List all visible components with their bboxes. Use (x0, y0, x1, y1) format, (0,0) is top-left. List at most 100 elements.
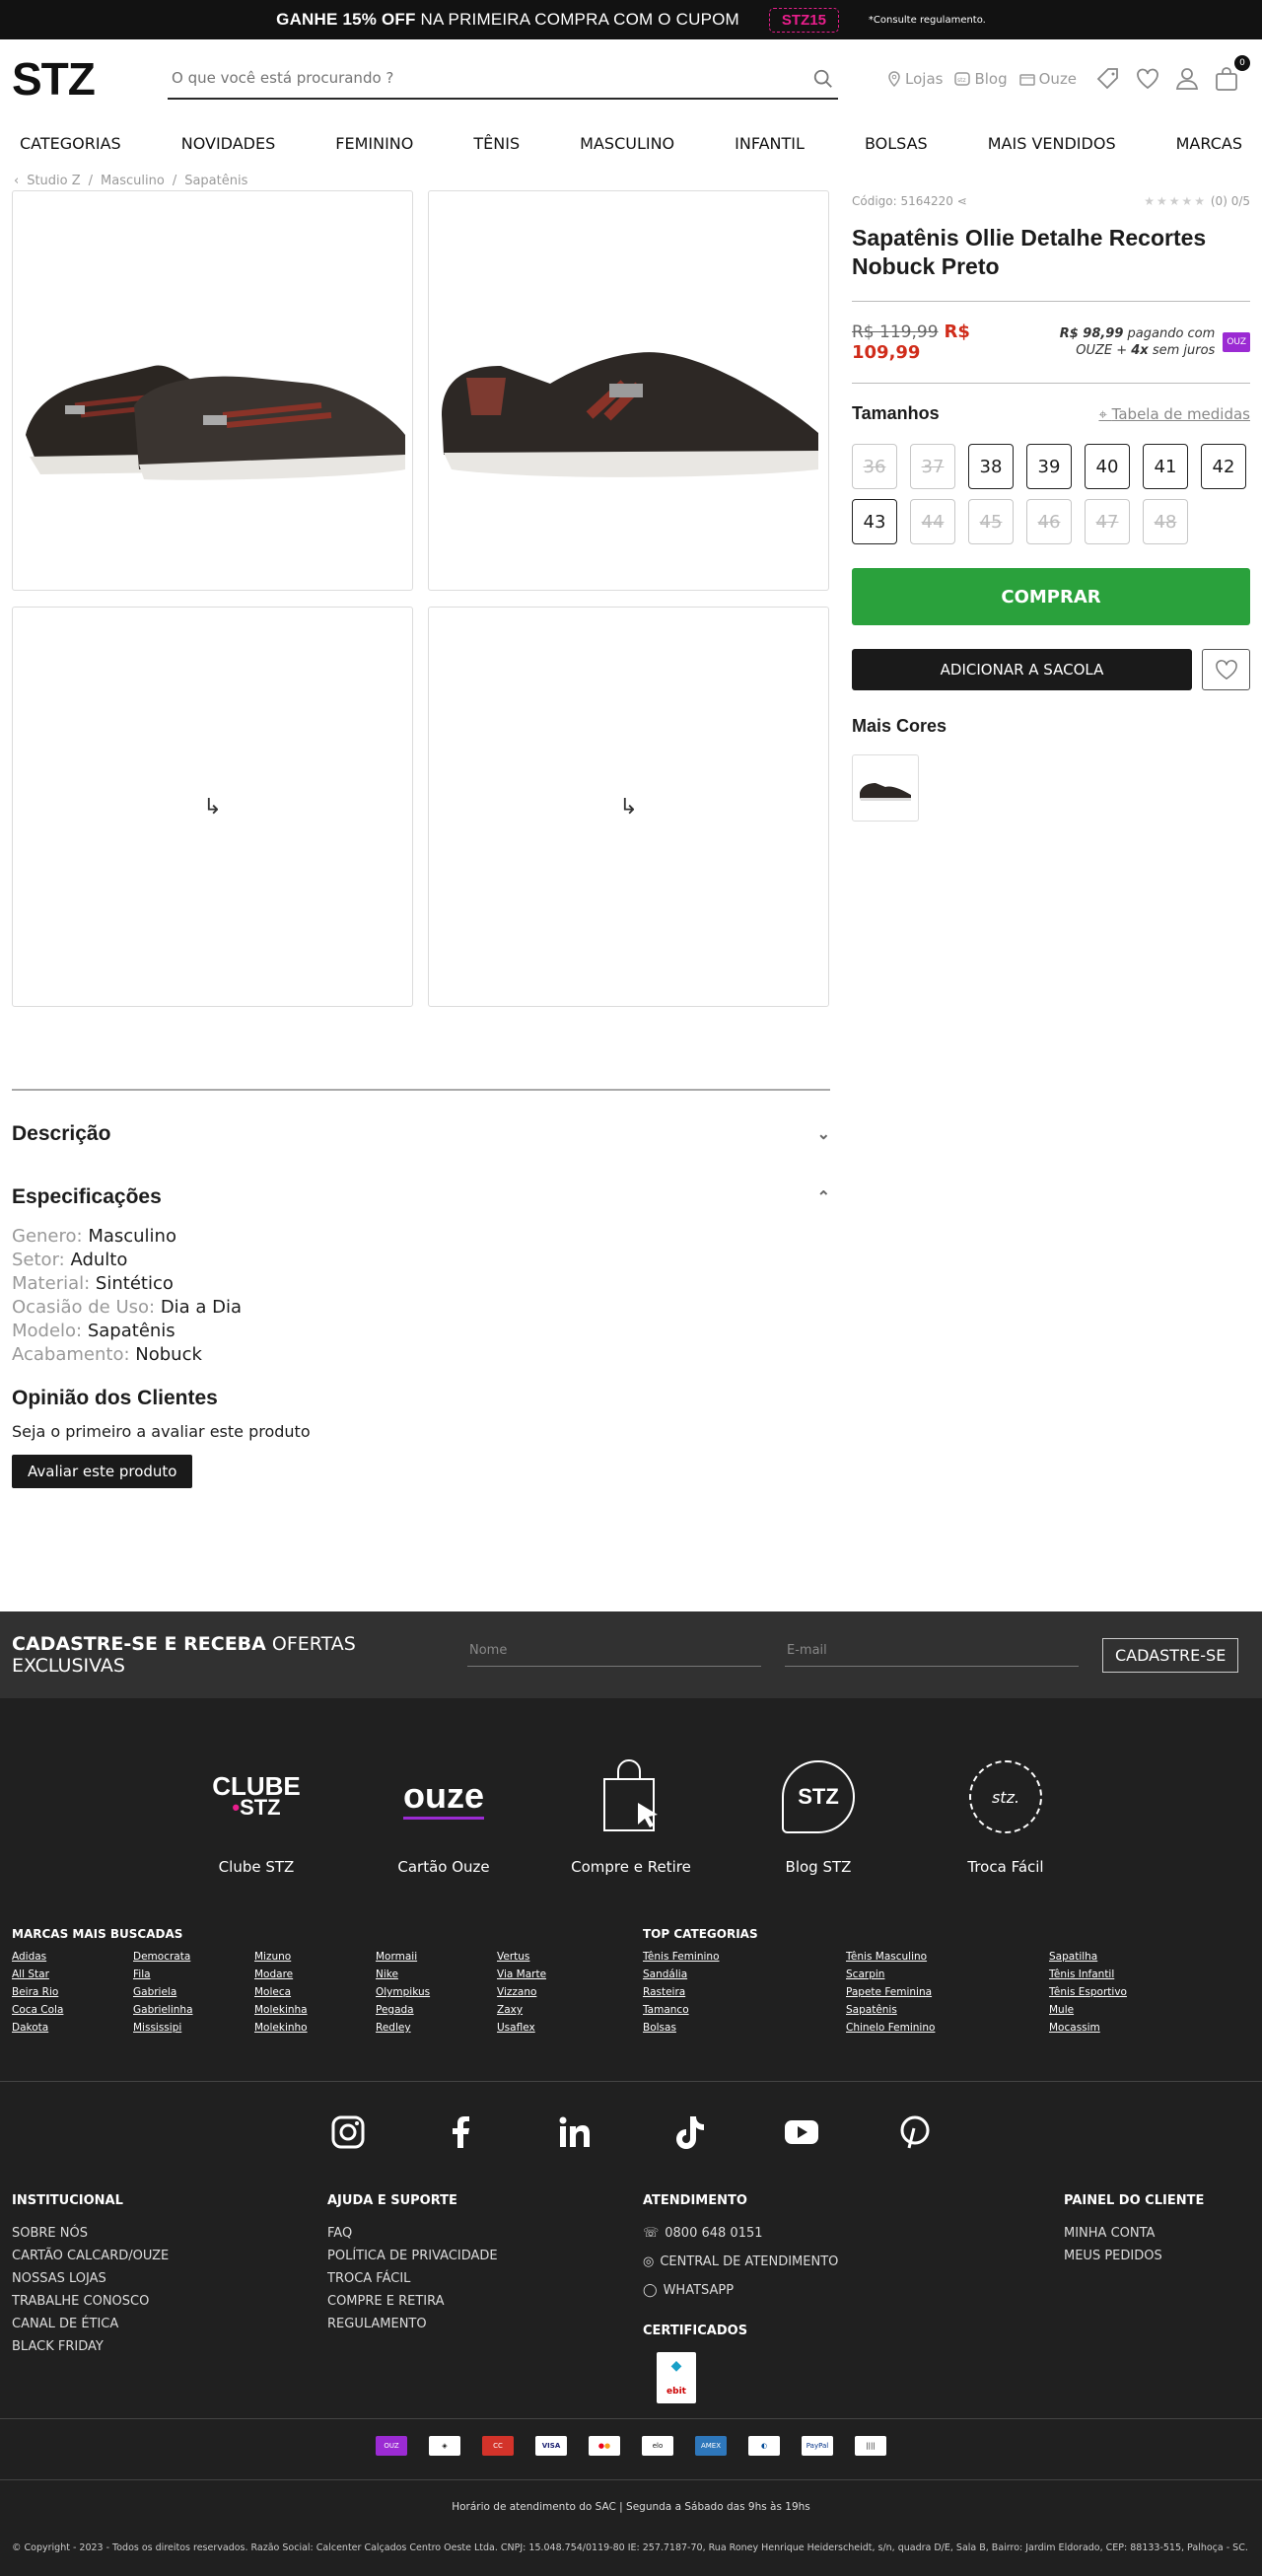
brand-link[interactable]: Adidas (12, 1951, 133, 1963)
footer-link[interactable]: MINHA CONTA (1064, 2222, 1204, 2245)
size-chart-link[interactable]: ⌖ Tabela de medidas (1098, 405, 1250, 423)
buy-button[interactable]: COMPRAR (852, 568, 1250, 625)
ouze-link[interactable]: Ouze (1018, 70, 1077, 88)
product-image-2[interactable] (428, 190, 829, 591)
category-link[interactable]: Mule (1049, 2004, 1252, 2016)
whatsapp-link[interactable]: ◯ WHATSAPP (643, 2279, 838, 2302)
blog-link[interactable]: stz Blog (954, 70, 1008, 88)
certificate-badges[interactable]: ◆ ebit (657, 2352, 696, 2403)
tag-icon[interactable] (1094, 65, 1122, 93)
size-option-40[interactable]: 40 (1085, 444, 1130, 489)
service-compre-retire[interactable]: Compre e Retire (555, 1757, 707, 1876)
tiktok-icon[interactable] (668, 2112, 708, 2152)
category-link[interactable]: Tênis Masculino (846, 1951, 1049, 1963)
service-cartao-ouze[interactable]: ouze Cartão Ouze (368, 1757, 520, 1877)
category-link[interactable]: Papete Feminina (846, 1986, 1049, 1998)
category-link[interactable]: Tênis Esportivo (1049, 1986, 1252, 1998)
product-image-3[interactable]: ↳ (12, 607, 413, 1007)
footer-link[interactable]: NOSSAS LOJAS (12, 2267, 169, 2290)
size-option-43[interactable]: 43 (852, 499, 897, 544)
breadcrumb-studio-z[interactable]: Studio Z (27, 174, 80, 188)
subscribe-button[interactable]: CADASTRE-SE (1102, 1637, 1239, 1673)
category-link[interactable]: Scarpin (846, 1968, 1049, 1980)
brand-link[interactable]: Mississipi (133, 2022, 254, 2034)
rating[interactable]: ★★★★★ (0) 0/5 (1144, 194, 1250, 208)
footer-link[interactable]: SOBRE NÓS (12, 2222, 169, 2245)
brand-link[interactable]: Olympikus (376, 1986, 497, 1998)
brand-link[interactable]: Zaxy (497, 2004, 618, 2016)
nav-infantil[interactable]: INFANTIL (735, 134, 805, 153)
category-link[interactable]: Tênis Feminino (643, 1951, 846, 1963)
footer-link[interactable]: COMPRE E RETIRA (327, 2290, 498, 2313)
brand-link[interactable]: Fila (133, 1968, 254, 1980)
search-input[interactable] (168, 69, 779, 87)
instagram-icon[interactable] (328, 2112, 368, 2152)
nav-marcas[interactable]: MARCAS (1176, 134, 1242, 153)
brand-link[interactable]: Nike (376, 1968, 497, 1980)
cart-button[interactable]: 0 (1213, 55, 1251, 93)
brand-link[interactable]: Molekinho (254, 2022, 376, 2034)
brand-link[interactable]: Democrata (133, 1951, 254, 1963)
chevron-left-icon[interactable]: ‹ (14, 174, 19, 188)
brand-link[interactable]: Usaflex (497, 2022, 618, 2034)
search-icon[interactable] (812, 68, 834, 90)
product-image-1[interactable] (12, 190, 413, 591)
category-link[interactable]: Rasteira (643, 1986, 846, 1998)
brand-link[interactable]: Vizzano (497, 1986, 618, 1998)
color-swatch[interactable] (852, 754, 919, 822)
category-link[interactable]: Bolsas (643, 2022, 846, 2034)
wishlist-button[interactable] (1202, 649, 1250, 690)
coupon-code[interactable]: STZ15 (768, 7, 839, 33)
nav-feminino[interactable]: FEMININO (335, 134, 413, 153)
specs-accordion[interactable]: Especificações ⌃ (12, 1185, 830, 1209)
size-option-38[interactable]: 38 (968, 444, 1014, 489)
product-image-4[interactable]: ↳ (428, 607, 829, 1007)
brand-link[interactable]: Via Marte (497, 1968, 618, 1980)
footer-link[interactable]: CANAL DE ÉTICA (12, 2313, 169, 2335)
brand-link[interactable]: Beira Rio (12, 1986, 133, 1998)
review-button[interactable]: Avaliar este produto (12, 1455, 193, 1488)
category-link[interactable]: Sapatilha (1049, 1951, 1252, 1963)
category-link[interactable]: Tamanco (643, 2004, 846, 2016)
nav-bolsas[interactable]: BOLSAS (865, 134, 928, 153)
brand-link[interactable]: Modare (254, 1968, 376, 1980)
breadcrumb-sapatenis[interactable]: Sapatênis (184, 174, 247, 188)
footer-link[interactable]: TROCA FÁCIL (327, 2267, 498, 2290)
service-troca-facil[interactable]: stz. Troca Fácil (930, 1757, 1082, 1876)
breadcrumb-masculino[interactable]: Masculino (101, 174, 165, 188)
brand-link[interactable]: Vertus (497, 1951, 618, 1963)
regulation-link[interactable]: *Consulte regulamento. (869, 15, 986, 26)
brand-link[interactable]: Molekinha (254, 2004, 376, 2016)
service-clube-stz[interactable]: CLUBE •STZ Clube STZ (180, 1757, 332, 1876)
category-link[interactable]: Chinelo Feminino (846, 2022, 1049, 2034)
size-option-42[interactable]: 42 (1201, 444, 1246, 489)
promo-bar[interactable]: GANHE 15% OFF NA PRIMEIRA COMPRA COM O C… (0, 0, 1262, 39)
category-link[interactable]: Sapatênis (846, 2004, 1049, 2016)
user-icon[interactable] (1173, 65, 1201, 93)
category-link[interactable]: Mocassim (1049, 2022, 1252, 2034)
brand-link[interactable]: Moleca (254, 1986, 376, 1998)
brand-link[interactable]: Gabrielinha (133, 2004, 254, 2016)
email-field[interactable]: E-mail (785, 1643, 1079, 1667)
size-option-41[interactable]: 41 (1143, 444, 1188, 489)
brand-link[interactable]: Gabriela (133, 1986, 254, 1998)
footer-link[interactable]: POLÍTICA DE PRIVACIDADE (327, 2245, 498, 2267)
category-link[interactable]: Tênis Infantil (1049, 1968, 1252, 1980)
footer-link[interactable]: TRABALHE CONOSCO (12, 2290, 169, 2313)
logo[interactable]: STZ (12, 52, 168, 106)
footer-link[interactable]: CARTÃO CALCARD/OUZE (12, 2245, 169, 2267)
footer-link[interactable]: BLACK FRIDAY (12, 2335, 169, 2358)
service-center-link[interactable]: ◎ CENTRAL DE ATENDIMENTO (643, 2251, 838, 2273)
description-accordion[interactable]: Descrição ⌄ (12, 1122, 830, 1146)
nav-masculino[interactable]: MASCULINO (580, 134, 674, 153)
nav-mais-vendidos[interactable]: MAIS VENDIDOS (988, 134, 1116, 153)
nav-categorias[interactable]: CATEGORIAS (20, 134, 121, 153)
phone-link[interactable]: ☏ 0800 648 0151 (643, 2222, 838, 2245)
footer-link[interactable]: REGULAMENTO (327, 2313, 498, 2335)
brand-link[interactable]: Pegada (376, 2004, 497, 2016)
brand-link[interactable]: Mormaii (376, 1951, 497, 1963)
nav-novidades[interactable]: NOVIDADES (181, 134, 276, 153)
footer-link[interactable]: FAQ (327, 2222, 498, 2245)
nav-tenis[interactable]: TÊNIS (473, 134, 520, 153)
brand-link[interactable]: Dakota (12, 2022, 133, 2034)
